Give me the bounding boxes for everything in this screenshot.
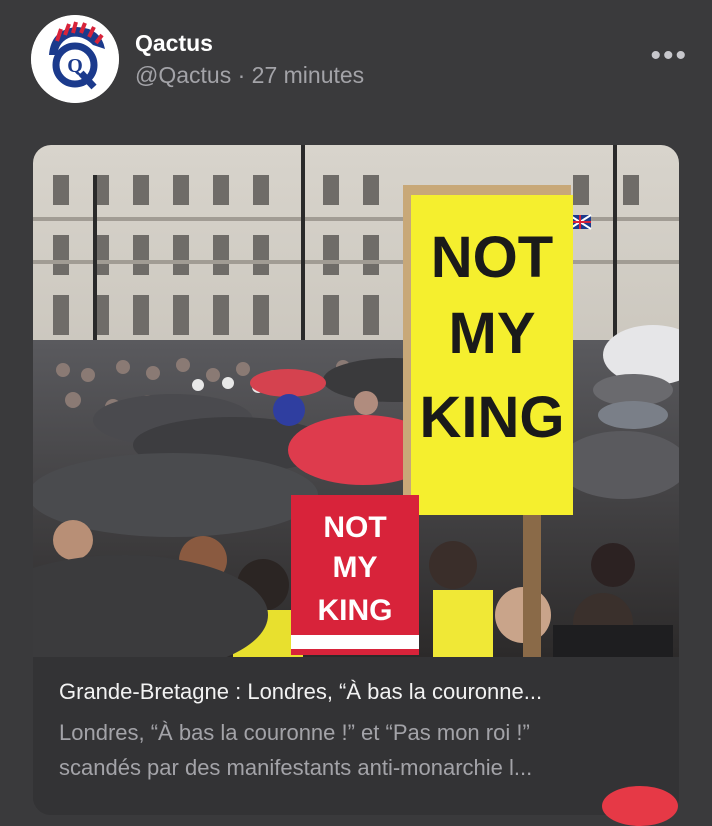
post-header: Q Qactus @Qactus · 27 minutes ••• [0,0,712,140]
card-title: Grande-Bretagne : Londres, “À bas la cou… [59,679,543,704]
card-description: Londres, “À bas la couronne !” et “Pas m… [59,715,649,785]
author-name[interactable]: Qactus [135,30,213,57]
card-description-line-2: scandés par des manifestants anti-monarc… [59,755,533,780]
protest-photo: NOT MY KING NOT MY KING [33,145,679,675]
card-description-line-1: Londres, “À bas la couronne !” et “Pas m… [59,720,530,745]
avatar-letter: Q [67,55,83,77]
large-sign-line-1: NOT [431,225,553,290]
post-meta: @Qactus · 27 minutes [135,62,364,89]
qactus-logo-icon: Q [31,15,119,103]
small-sign-line-2: MY [333,551,378,584]
preview-caption: Grande-Bretagne : Londres, “À bas la cou… [33,657,679,815]
post-time[interactable]: 27 minutes [252,62,365,88]
preview-photo: NOT MY KING NOT MY KING [33,145,679,675]
large-sign-line-3: KING [420,385,565,450]
more-options-button[interactable]: ••• [650,41,688,71]
small-sign-line-1: NOT [323,511,386,544]
small-sign-line-3: KING [318,594,393,627]
notification-badge[interactable] [602,786,678,826]
author-handle[interactable]: @Qactus [135,62,231,88]
not-my-king-small-sign: NOT MY KING [291,495,419,655]
large-sign-line-2: MY [449,301,536,366]
link-preview-card[interactable]: NOT MY KING NOT MY KING Grande-Bretagne … [33,145,679,815]
avatar[interactable]: Q [31,15,119,103]
meta-separator: · [237,62,246,88]
